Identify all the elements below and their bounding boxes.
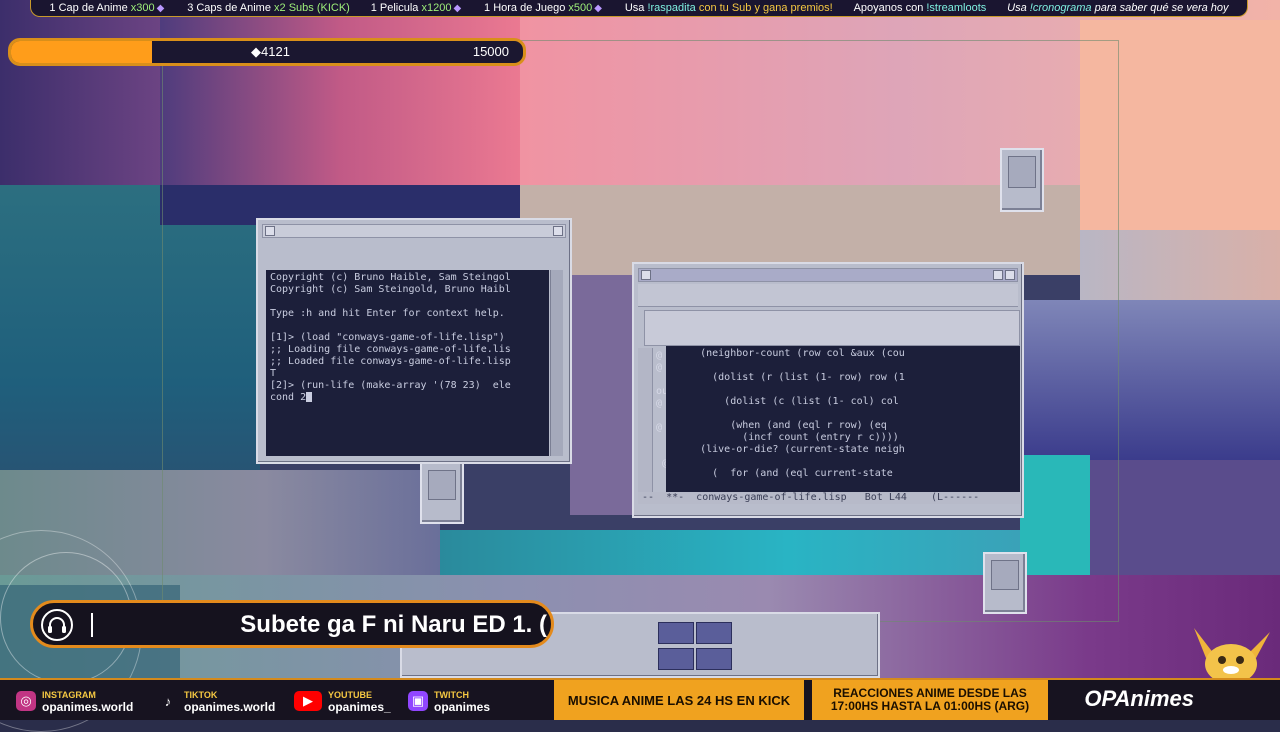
- subgoal-progress-bar: ◆4121 15000: [8, 38, 526, 66]
- mini-window: [983, 552, 1027, 614]
- brand-logo: OPAnimes: [1084, 686, 1194, 711]
- social-twitch[interactable]: ▣ TWITCH opanimes: [408, 689, 490, 713]
- ticker-item: Usa !raspadita con tu Sub y gana premios…: [624, 2, 833, 14]
- scrollbar[interactable]: [638, 348, 653, 498]
- maximize-button[interactable]: [1005, 270, 1015, 280]
- taskbar-cell[interactable]: [696, 648, 732, 670]
- terminal-line: ;; Loading file conways-game-of-life.lis: [270, 344, 511, 355]
- bottom-social-bar: ◎ INSTAGRAM opanimes.world ♪ TIKTOK opanim…: [0, 678, 1280, 720]
- twitch-icon: ▣: [408, 691, 428, 711]
- social-tiktok[interactable]: ♪ TIKTOK opanimes.world: [158, 689, 276, 713]
- menubar[interactable]: [638, 284, 1018, 307]
- maximize-button[interactable]: [553, 226, 563, 236]
- reactions-banner: REACCIONES ANIME DESDE LAS 17:00HS HASTA…: [812, 680, 1048, 720]
- scrollbar[interactable]: [550, 270, 563, 456]
- window-titlebar[interactable]: [262, 224, 566, 238]
- terminal-line: [2]> (run-life (make-array '(78 23) ele: [270, 380, 511, 391]
- code-line: (neighbor-count (row col &aux (cou: [670, 348, 905, 359]
- ticker-item: 1 Pelicula x1200 ◆: [370, 2, 462, 14]
- mascot-image: [1186, 624, 1276, 684]
- terminal-line: T: [270, 368, 277, 379]
- code-line: ( for (and (eql current-state: [670, 468, 893, 479]
- kick-banner: MUSICA ANIME LAS 24 HS EN KICK: [554, 680, 804, 720]
- terminal-line: cond 2: [270, 392, 545, 404]
- window-titlebar[interactable]: [638, 268, 1018, 282]
- taskbar-cell[interactable]: [696, 622, 732, 644]
- ticker-bar: 1 Cap de Anime x300 ◆ 3 Caps de Anime x2 …: [30, 0, 1248, 17]
- emacs-modeline: -- **- conways-game-of-life.lisp Bot L44…: [638, 492, 1020, 504]
- instagram-icon: ◎: [16, 691, 36, 711]
- gem-icon: ◆: [594, 3, 602, 14]
- code-line: (incf count (entry r c)))): [670, 432, 899, 443]
- ticker-item: 1 Cap de Anime x300 ◆: [49, 2, 165, 14]
- code-line: (dolist (c (list (1- col) col: [670, 396, 899, 407]
- mini-window: [420, 462, 464, 524]
- ticker-item: 1 Hora de Juego x500 ◆: [484, 2, 602, 14]
- ticker-item: 3 Caps de Anime x2 Subs (KICK): [187, 2, 350, 14]
- gem-icon: ◆: [156, 3, 165, 14]
- taskbar-cell[interactable]: [658, 622, 694, 644]
- terminal-line: Copyright (c) Bruno Haible, Sam Steingol: [270, 272, 511, 283]
- headphones-icon: [41, 609, 73, 641]
- terminal-line: ;; Loaded file conways-game-of-life.lisp: [270, 356, 511, 367]
- code-line: (live-or-die? (current-state neigh: [670, 444, 905, 455]
- ticker-item: Apoyanos con !streamloots: [853, 2, 987, 14]
- taskbar-cell[interactable]: [658, 648, 694, 670]
- terminal-line: Copyright (c) Sam Steingold, Bruno Haibl: [270, 284, 511, 295]
- window-menu-button[interactable]: [265, 226, 275, 236]
- text-cursor: [306, 392, 313, 402]
- terminal-line: Type :h and hit Enter for context help.: [270, 308, 505, 319]
- gem-icon: ◆: [453, 3, 462, 14]
- minimize-button[interactable]: [993, 270, 1003, 280]
- divider: [91, 613, 93, 637]
- now-playing-bar: Subete ga F ni Naru ED 1. (: [30, 600, 554, 648]
- toolbar[interactable]: [644, 310, 1020, 346]
- terminal-output[interactable]: Copyright (c) Bruno Haible, Sam Steingol…: [266, 270, 549, 456]
- song-title: Subete ga F ni Naru ED 1. (: [240, 611, 547, 638]
- social-instagram[interactable]: ◎ INSTAGRAM opanimes.world: [16, 689, 133, 713]
- social-youtube[interactable]: ▶ YOUTUBE opanimes_: [294, 689, 391, 713]
- window-menu-button[interactable]: [641, 270, 651, 280]
- code-line: (when (and (eql r row) (eq: [670, 420, 887, 431]
- progress-max: 15000: [472, 44, 509, 59]
- code-line: (dolist (r (list (1- row) row (1: [670, 372, 905, 383]
- tiktok-icon: ♪: [164, 693, 172, 709]
- mini-window: [1000, 148, 1044, 212]
- ticker-item: Usa !cronograma para saber qué se vera h…: [1007, 2, 1229, 14]
- emacs-buffer[interactable]: (neighbor-count (row col &aux (cou (doli…: [666, 346, 1020, 496]
- terminal-line: [1]> (load "conways-game-of-life.lisp"): [270, 332, 505, 343]
- progress-current: ◆4121: [251, 44, 290, 59]
- emacs-window: @@ s) ount)@ @ @ (neighbor-count (row co…: [632, 262, 1024, 518]
- progress-fill: [11, 41, 152, 63]
- youtube-icon: ▶: [294, 691, 322, 711]
- clisp-terminal-window: Copyright (c) Bruno Haible, Sam Steingol…: [256, 218, 572, 464]
